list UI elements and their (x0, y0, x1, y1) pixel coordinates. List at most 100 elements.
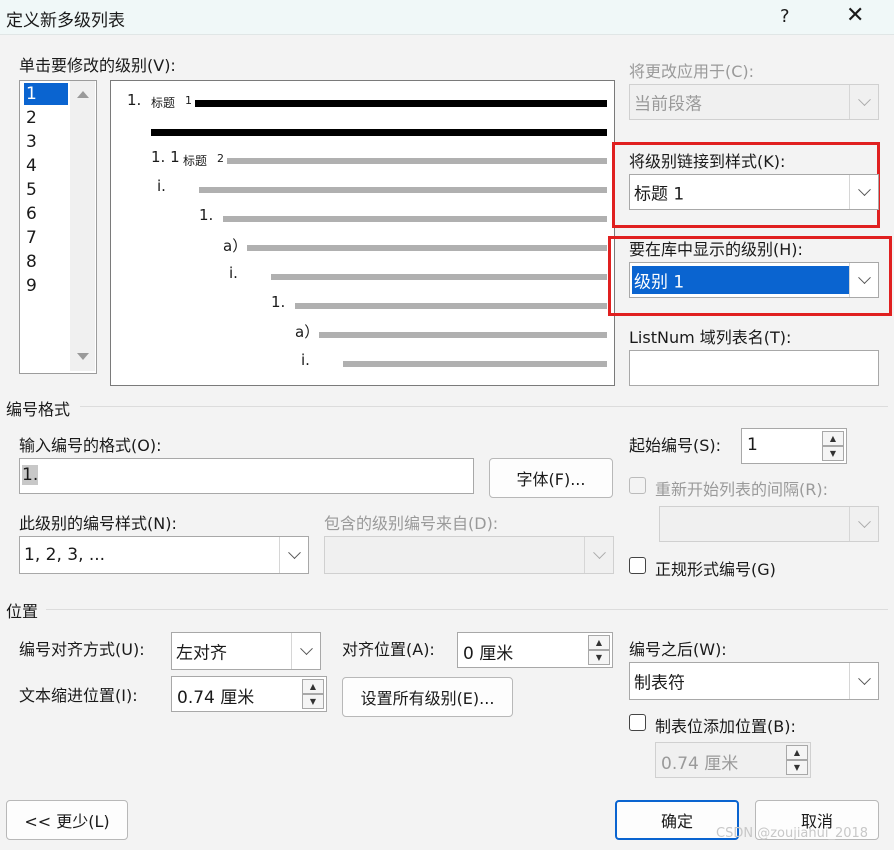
level-listbox[interactable]: 1 2 3 4 5 6 7 8 9 (19, 80, 97, 374)
format-value: 1. (22, 465, 39, 485)
chevron-down-icon (849, 85, 878, 119)
number-style-value: 1, 2, 3, ... (24, 545, 106, 565)
link-style-select[interactable]: 标题 1 (629, 174, 879, 210)
preview-style: 标题 (151, 96, 176, 110)
scroll-down-icon[interactable] (77, 353, 89, 360)
level-scrollbar[interactable] (70, 81, 95, 371)
scroll-up-icon[interactable] (77, 91, 89, 98)
level-item[interactable]: 6 (24, 203, 68, 225)
spin-up-icon[interactable]: ▲ (822, 431, 844, 446)
gallery-level-select[interactable]: 级别 1 (629, 262, 879, 298)
preview-line (151, 129, 607, 136)
start-at-label: 起始编号(S): (629, 436, 722, 455)
help-icon[interactable]: ? (780, 6, 790, 27)
alignment-value: 左对齐 (176, 643, 227, 664)
preview-line (319, 332, 607, 338)
less-button[interactable]: << 更少(L) (6, 800, 128, 840)
tab-stop-value: 0.74 厘米 (661, 754, 739, 774)
restart-checkbox (629, 477, 646, 494)
aligned-at-value: 0 厘米 (463, 644, 514, 664)
spin-down-icon: ▼ (786, 760, 808, 775)
restart-label: 重新开始列表的间隔(R): (655, 480, 828, 499)
aligned-at-label: 对齐位置(A): (342, 640, 435, 659)
listnum-label: ListNum 域列表名(T): (629, 328, 792, 347)
set-all-levels-button[interactable]: 设置所有级别(E)... (342, 677, 513, 717)
position-section: 位置 (6, 602, 39, 621)
level-item[interactable]: 9 (24, 275, 68, 297)
link-style-value: 标题 1 (634, 184, 685, 205)
alignment-select[interactable]: 左对齐 (171, 632, 321, 670)
level-item[interactable]: 3 (24, 131, 68, 153)
level-item[interactable]: 2 (24, 107, 68, 129)
chevron-down-icon[interactable] (849, 663, 878, 699)
preview-number: 1. 1 (151, 148, 180, 166)
divider (80, 406, 888, 407)
listnum-input[interactable] (629, 350, 879, 386)
text-indent-spinner[interactable]: 0.74 厘米 ▲ ▼ (171, 676, 327, 712)
spin-up-icon: ▲ (786, 745, 808, 760)
text-indent-value: 0.74 厘米 (177, 688, 255, 708)
add-tab-stop-checkbox[interactable] (629, 714, 646, 731)
preview-number: 1. (199, 206, 214, 224)
preview-number: a） (223, 237, 248, 255)
dialog-title: 定义新多级列表 (6, 11, 125, 31)
preview-number: i. (229, 264, 238, 282)
chevron-down-icon[interactable] (849, 263, 878, 297)
gallery-level-label: 要在库中显示的级别(H): (629, 240, 803, 259)
chevron-down-icon[interactable] (291, 633, 320, 669)
format-label: 输入编号的格式(O): (19, 436, 162, 455)
preview-number: 1. (127, 91, 142, 109)
preview-line (223, 216, 607, 222)
spin-up-icon[interactable]: ▲ (588, 635, 610, 650)
preview-style-num: 1 (185, 94, 192, 107)
follow-number-label: 编号之后(W): (629, 640, 727, 659)
follow-number-value: 制表符 (634, 673, 685, 694)
restart-select (659, 506, 879, 542)
preview-pane: 1. 标题 1 1. 1 标题 2 i. 1. a） i. 1. a） i. (110, 80, 615, 386)
font-button[interactable]: 字体(F)... (489, 458, 613, 498)
include-level-select (324, 536, 614, 574)
add-tab-stop-label: 制表位添加位置(B): (655, 717, 796, 736)
start-at-spinner[interactable]: 1 ▲ ▼ (741, 428, 847, 464)
format-input[interactable]: 1. (19, 458, 474, 494)
start-at-value: 1 (747, 435, 758, 455)
level-item[interactable]: 1 (24, 83, 68, 105)
level-item[interactable]: 4 (24, 155, 68, 177)
preview-number: i. (301, 351, 310, 369)
apply-to-label: 将更改应用于(C): (629, 62, 755, 81)
alignment-label: 编号对齐方式(U): (19, 640, 145, 659)
title-bar (0, 0, 894, 35)
divider (46, 609, 888, 610)
preview-number: 1. (271, 293, 286, 311)
number-format-section: 编号格式 (6, 400, 71, 419)
preview-number: a） (295, 323, 320, 341)
spin-down-icon[interactable]: ▼ (822, 446, 844, 461)
preview-line (195, 100, 607, 107)
close-icon[interactable]: ✕ (846, 3, 864, 28)
chevron-down-icon[interactable] (279, 537, 308, 573)
chevron-down-icon[interactable] (849, 175, 878, 209)
watermark: CSDN @zoujiahui_2018 (716, 826, 869, 841)
preview-line (247, 245, 607, 251)
number-style-select[interactable]: 1, 2, 3, ... (19, 536, 309, 574)
apply-to-select: 当前段落 (629, 84, 879, 120)
tab-stop-spinner: 0.74 厘米 ▲ ▼ (655, 742, 811, 778)
chevron-down-icon (584, 537, 613, 573)
spin-down-icon[interactable]: ▼ (588, 650, 610, 665)
text-indent-label: 文本缩进位置(I): (19, 686, 138, 705)
link-style-label: 将级别链接到样式(K): (629, 152, 786, 171)
aligned-at-spinner[interactable]: 0 厘米 ▲ ▼ (457, 632, 613, 668)
gallery-level-value: 级别 1 (634, 272, 685, 293)
level-item[interactable]: 7 (24, 227, 68, 249)
level-item[interactable]: 8 (24, 251, 68, 273)
preview-style: 标题 (183, 154, 208, 168)
apply-to-value: 当前段落 (634, 94, 702, 115)
spin-up-icon[interactable]: ▲ (302, 679, 324, 694)
legal-style-checkbox[interactable] (629, 557, 646, 574)
follow-number-select[interactable]: 制表符 (629, 662, 879, 700)
preview-line (271, 274, 607, 280)
spin-down-icon[interactable]: ▼ (302, 694, 324, 709)
legal-style-label: 正规形式编号(G) (655, 560, 776, 579)
include-level-label: 包含的级别编号来自(D): (324, 514, 499, 533)
level-item[interactable]: 5 (24, 179, 68, 201)
